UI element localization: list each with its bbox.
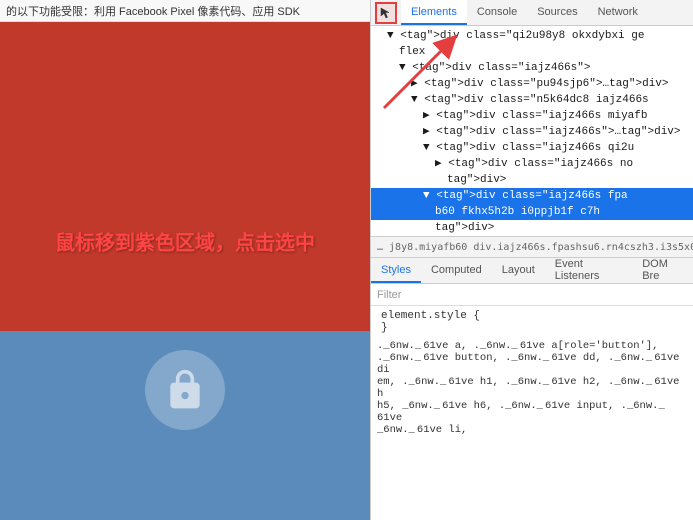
tree-line[interactable]: ▶ <tag">div class="iajz466s">…tag">div>: [371, 124, 693, 140]
red-section: [0, 22, 370, 331]
css-rule-close: }: [377, 322, 687, 334]
instruction-text: 鼠标移到紫色区域，点击选中: [55, 227, 315, 256]
css-rule-element-style: element.style { }: [377, 310, 687, 334]
tab-computed[interactable]: Computed: [421, 258, 492, 283]
tree-line[interactable]: ▼ <tag">div class="iajz466s">: [371, 60, 693, 76]
css-selector-element-style: element.style {: [377, 310, 687, 322]
tree-line[interactable]: tag">div>: [371, 220, 693, 236]
tab-sources[interactable]: Sources: [527, 0, 587, 25]
tree-line[interactable]: tag">div>: [371, 172, 693, 188]
css-rule-6nw: ._6nw._ 61ve a, ._6nw._ 61ve a[role='but…: [377, 340, 687, 436]
left-panel: 的以下功能受限：利用 Facebook Pixel 像素代码、应用 SDK 鼠标…: [0, 0, 370, 520]
tree-line[interactable]: ▶ <tag">div class="iajz466s no: [371, 156, 693, 172]
devtools-panel: Elements Console Sources Network ▼ <tag"…: [370, 0, 693, 520]
styles-tabs: Styles Computed Layout Event Listeners D…: [371, 258, 693, 284]
tab-elements[interactable]: Elements: [401, 0, 467, 25]
css-cont-4: _6nw._ 61ve li,: [377, 424, 687, 436]
lock-icon: [163, 368, 207, 412]
styles-filter-bar: Filter: [371, 284, 693, 306]
tab-layout[interactable]: Layout: [492, 258, 545, 283]
tab-event-listeners[interactable]: Event Listeners: [545, 258, 632, 283]
top-notification-bar: 的以下功能受限：利用 Facebook Pixel 像素代码、应用 SDK: [0, 0, 370, 22]
css-cont-3: h5, _6nw._ 61ve h6, ._6nw._ 61ve input, …: [377, 400, 687, 424]
page-preview: 鼠标移到紫色区域，点击选中: [0, 22, 370, 520]
cursor-icon: [379, 6, 393, 20]
devtools-top-tabs: Elements Console Sources Network: [371, 0, 693, 26]
tab-dom-breakpoints[interactable]: DOM Bre: [632, 258, 693, 283]
tree-line[interactable]: ▼ <tag">div class="iajz466s fpa: [371, 188, 693, 204]
tab-network[interactable]: Network: [588, 0, 648, 25]
css-cont-1: ._6nw._ 61ve button, ._6nw._ 61ve dd, ._…: [377, 352, 687, 376]
tree-line[interactable]: b60 fkhx5h2b i0ppjb1f c7h: [371, 204, 693, 220]
styles-panel: element.style { } ._6nw._ 61ve a, ._6nw.…: [371, 306, 693, 520]
tree-line[interactable]: ▼ <tag">div class="qi2u98y8 okxdybxi ge: [371, 28, 693, 44]
tree-line[interactable]: ▼ <tag">div class="n5k64dc8 iajz466s: [371, 92, 693, 108]
tab-styles[interactable]: Styles: [371, 258, 421, 283]
tab-console[interactable]: Console: [467, 0, 527, 25]
tree-line[interactable]: flex: [371, 44, 693, 60]
element-breadcrumb: … j8y8.miyafb60 div.iajz466s.fpashsu6.rn…: [371, 236, 693, 258]
tree-line[interactable]: ▶ <tag">div class="iajz466s miyafb: [371, 108, 693, 124]
inspect-button[interactable]: [375, 2, 397, 24]
tree-line[interactable]: ▶ <tag">div class="pu94sjp6">…tag">div>: [371, 76, 693, 92]
lock-icon-circle: [145, 350, 225, 430]
tree-line[interactable]: ▼ <tag">div class="iajz466s qi2u: [371, 140, 693, 156]
css-cont-2: em, ._6nw._ 61ve h1, ._6nw._ 61ve h2, ._…: [377, 376, 687, 400]
notification-text: 的以下功能受限：利用 Facebook Pixel 像素代码、应用 SDK: [6, 3, 300, 19]
html-tree[interactable]: ▼ <tag">div class="qi2u98y8 okxdybxi gef…: [371, 26, 693, 236]
css-selector-6nw: ._6nw._ 61ve a, ._6nw._ 61ve a[role='but…: [377, 340, 687, 352]
